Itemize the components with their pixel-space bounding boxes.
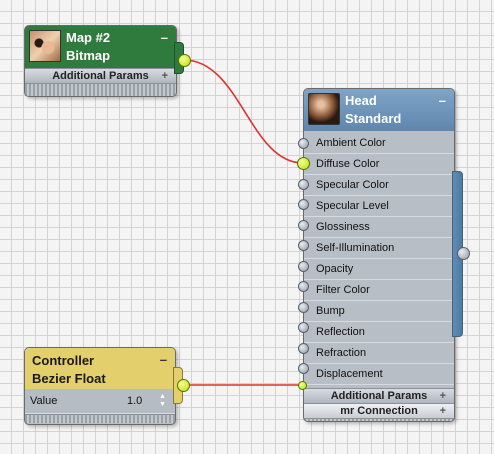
socket-displacement[interactable] (298, 363, 309, 374)
slot-filter-color[interactable]: Filter Color (304, 280, 454, 301)
controller-node-subtitle: Bezier Float (32, 371, 106, 386)
slot-label: Specular Color (316, 179, 389, 191)
slot-label: Displacement (316, 368, 383, 380)
controller-minimize-button[interactable]: – (160, 351, 167, 369)
socket-specular-level[interactable] (298, 199, 309, 210)
bitmap-node[interactable]: Map #2 Bitmap – Additional Params + (24, 25, 177, 97)
material-node[interactable]: Head Standard – Ambient Color Diffuse Co… (303, 88, 455, 422)
material-mr-connection-label: mr Connection (340, 405, 418, 417)
material-thumbnail (308, 93, 340, 125)
controller-value-label: Value (30, 395, 58, 407)
wire-bitmap-to-diffuse[interactable] (183, 59, 304, 164)
controller-value-field[interactable]: 1.0 (127, 389, 142, 413)
slot-glossiness[interactable]: Glossiness (304, 217, 454, 238)
slot-reflection[interactable]: Reflection (304, 322, 454, 343)
material-mr-expand-icon[interactable]: + (440, 404, 446, 418)
socket-diffuse-color[interactable] (297, 157, 310, 170)
material-params-expand-icon[interactable]: + (440, 389, 446, 403)
slot-label: Specular Level (316, 200, 389, 212)
material-node-title: Head (345, 93, 377, 108)
controller-resize-grip[interactable] (25, 414, 175, 423)
material-resize-grip[interactable] (304, 418, 454, 421)
socket-refraction[interactable] (298, 343, 309, 354)
bitmap-additional-params[interactable]: Additional Params + (25, 68, 176, 83)
material-node-header[interactable]: Head Standard – (304, 89, 454, 131)
slot-label: Glossiness (316, 221, 370, 233)
socket-filter-color[interactable] (298, 281, 309, 292)
controller-node-title: Controller (32, 353, 95, 368)
slot-label: Refraction (316, 347, 367, 359)
controller-node[interactable]: Controller Bezier Float – Value 1.0 ▲▼ (24, 347, 176, 425)
material-minimize-button[interactable]: – (439, 92, 446, 110)
socket-reflection[interactable] (298, 322, 309, 333)
bitmap-minimize-button[interactable]: – (161, 29, 168, 47)
slot-self-illumination[interactable]: Self-Illumination (304, 238, 454, 259)
material-slot-list: Ambient Color Diffuse Color Specular Col… (304, 131, 454, 385)
material-output-socket[interactable] (457, 247, 470, 260)
socket-opacity[interactable] (298, 261, 309, 272)
controller-output-socket[interactable] (177, 379, 190, 392)
slot-refraction[interactable]: Refraction (304, 343, 454, 364)
bitmap-additional-params-label: Additional Params (52, 70, 149, 82)
bitmap-thumbnail (29, 30, 61, 62)
bitmap-output-socket[interactable] (178, 54, 191, 67)
slot-ambient-color[interactable]: Ambient Color (304, 133, 454, 154)
bitmap-node-header[interactable]: Map #2 Bitmap – (25, 26, 176, 68)
slot-bump[interactable]: Bump (304, 301, 454, 322)
bitmap-params-expand-icon[interactable]: + (162, 69, 168, 83)
slot-label: Filter Color (316, 284, 370, 296)
bitmap-node-subtitle: Bitmap (66, 48, 111, 63)
controller-node-header[interactable]: Controller Bezier Float – (25, 348, 175, 389)
slot-specular-level[interactable]: Specular Level (304, 196, 454, 217)
slot-opacity[interactable]: Opacity (304, 259, 454, 280)
slot-label: Bump (316, 305, 345, 317)
slot-label: Opacity (316, 263, 354, 275)
controller-value-spinner[interactable]: ▲▼ (159, 393, 168, 409)
socket-glossiness[interactable] (298, 220, 309, 231)
slot-label: Diffuse Color (316, 158, 380, 170)
material-additional-params[interactable]: Additional Params + (304, 388, 454, 403)
slot-diffuse-color[interactable]: Diffuse Color (304, 154, 454, 175)
slot-label: Ambient Color (316, 137, 386, 149)
socket-self-illumination[interactable] (298, 240, 309, 251)
slot-displacement[interactable]: Displacement (304, 364, 454, 385)
socket-specular-color[interactable] (298, 179, 309, 190)
material-mr-connection[interactable]: mr Connection + (304, 403, 454, 418)
socket-additional-params[interactable] (298, 381, 307, 390)
controller-value-row[interactable]: Value 1.0 ▲▼ (25, 389, 175, 414)
bitmap-resize-grip[interactable] (25, 83, 176, 96)
material-node-subtitle: Standard (345, 111, 402, 126)
slot-label: Self-Illumination (316, 242, 395, 254)
slot-label: Reflection (316, 326, 365, 338)
socket-bump[interactable] (298, 302, 309, 313)
socket-ambient-color[interactable] (298, 138, 309, 149)
slot-specular-color[interactable]: Specular Color (304, 175, 454, 196)
bitmap-node-title: Map #2 (66, 30, 111, 45)
material-additional-params-label: Additional Params (330, 390, 428, 402)
